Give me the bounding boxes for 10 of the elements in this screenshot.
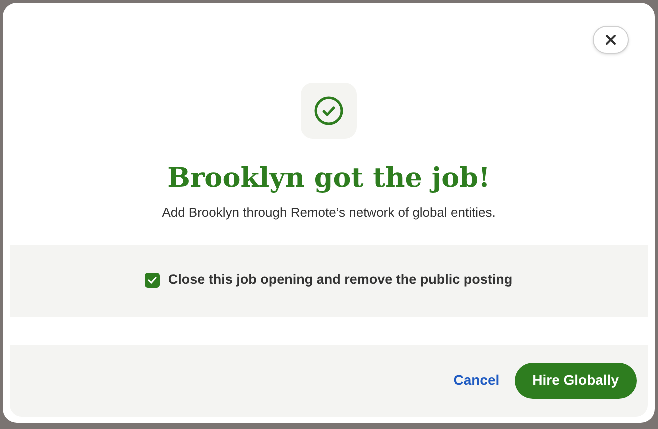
option-label: Close this job opening and remove the public posting [168,271,513,290]
check-circle-icon [314,96,344,126]
dialog-subtitle: Add Brooklyn through Remote’s network of global entities. [162,204,496,222]
close-icon [605,34,617,46]
option-checkbox[interactable] [145,273,160,288]
hire-button[interactable]: Hire Globally [514,362,637,399]
check-icon [147,275,158,286]
close-button[interactable] [593,26,629,54]
cancel-link[interactable]: Cancel [452,370,501,392]
dialog-title: Brooklyn got the job! [168,162,490,196]
